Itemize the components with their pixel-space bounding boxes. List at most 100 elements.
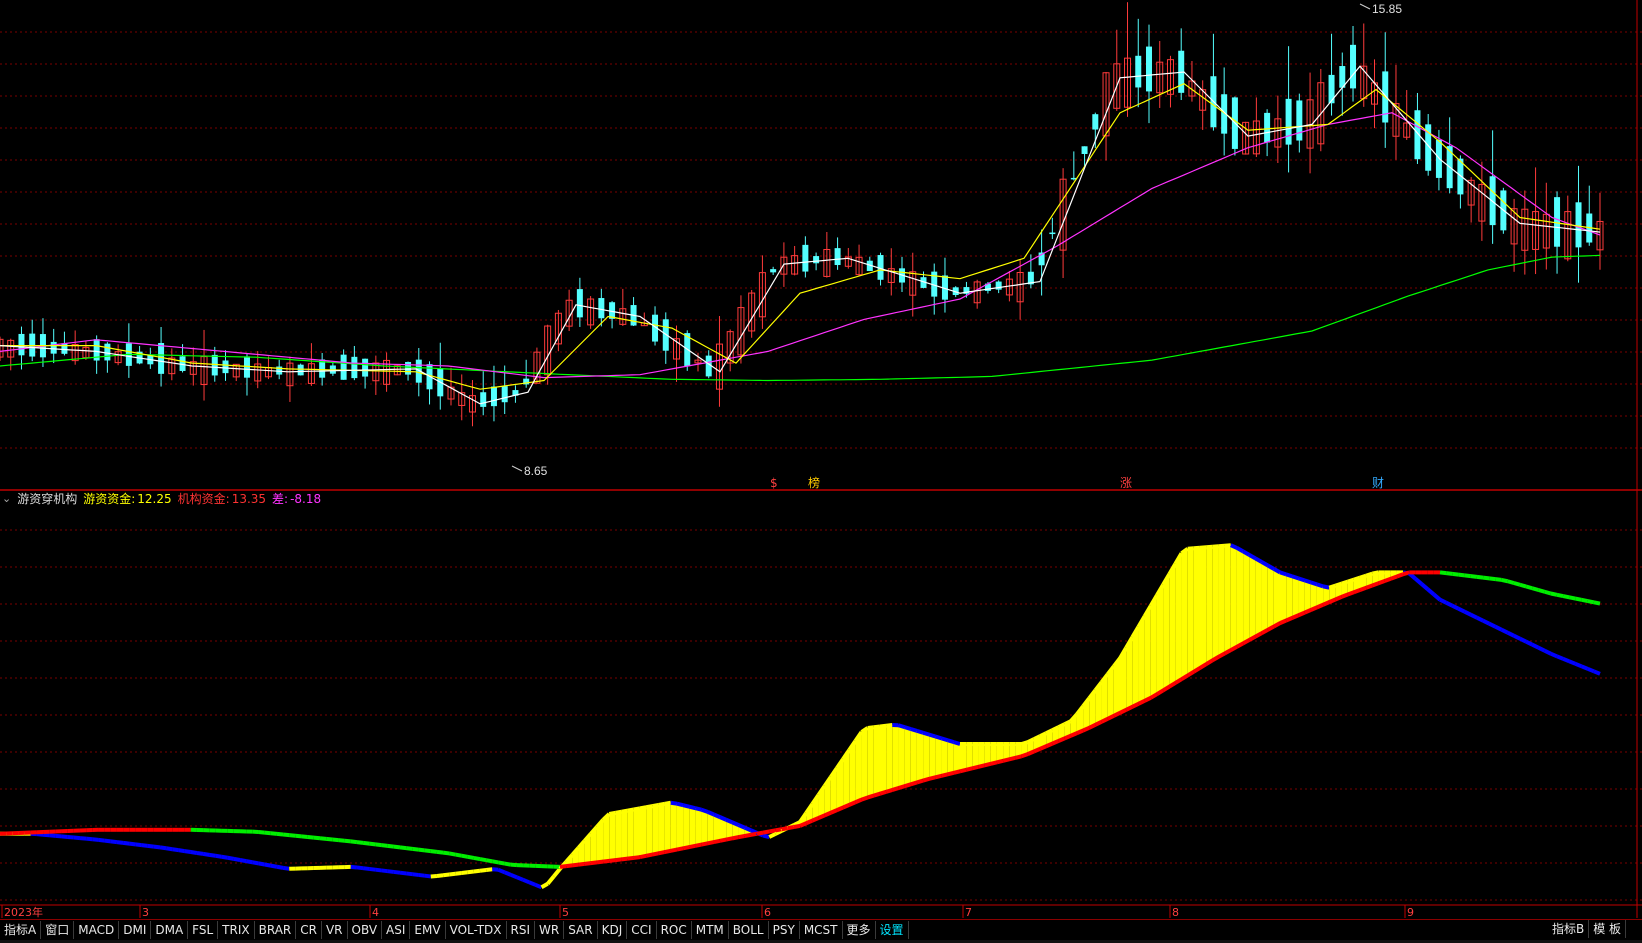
- tab-23[interactable]: MCST: [800, 921, 843, 939]
- jigou-line: [455, 852, 462, 858]
- tab-15[interactable]: WR: [535, 921, 565, 939]
- tab-8[interactable]: CR: [296, 921, 322, 939]
- tab-right-0[interactable]: 指标B: [1548, 920, 1590, 938]
- youzi-line: [1193, 545, 1201, 551]
- youzi-line: [897, 723, 906, 730]
- youzi-line: [368, 866, 376, 872]
- jigou-line: [356, 840, 364, 845]
- youzi-band: [670, 802, 677, 851]
- jigou-line: [719, 837, 727, 843]
- indicator-header: ⌄ 游资穿机构 游资资金: 12.25 机构资金: 13.35 差: -8.18: [0, 491, 321, 507]
- youzi-line: [497, 867, 506, 875]
- jigou-line: [1309, 605, 1318, 612]
- jigou-line: [1014, 754, 1023, 760]
- tab-25[interactable]: 设置: [876, 921, 909, 939]
- tab-4[interactable]: DMA: [151, 921, 189, 939]
- youzi-line: [1445, 600, 1454, 608]
- youzi-band: [1218, 545, 1225, 657]
- youzi-band: [1187, 548, 1194, 676]
- youzi-line: [1414, 577, 1423, 586]
- youzi-line: [1426, 587, 1436, 596]
- tab-right-group: 指标B 模 板: [1548, 920, 1627, 940]
- tab-18[interactable]: CCI: [627, 921, 657, 939]
- tab-3[interactable]: DMI: [119, 921, 152, 939]
- youzi-line: [399, 870, 407, 876]
- jigou-line: [1039, 744, 1047, 751]
- jigou-line: [295, 833, 302, 839]
- youzi-line: [1476, 615, 1484, 623]
- candle-body-down: [1575, 202, 1582, 248]
- youzi-band: [873, 726, 880, 796]
- tab-6[interactable]: TRIX: [218, 921, 255, 939]
- time-axis-label: 5: [562, 906, 569, 919]
- youzi-band: [1224, 545, 1231, 654]
- low-price-label: 8.65: [524, 464, 548, 478]
- tab-17[interactable]: KDJ: [598, 921, 628, 939]
- jigou-line: [977, 763, 986, 769]
- jigou-line: [651, 851, 659, 857]
- youzi-line: [49, 833, 56, 838]
- tab-5[interactable]: FSL: [188, 921, 219, 939]
- jigou-line: [375, 842, 382, 848]
- tab-21[interactable]: BOLL: [729, 921, 769, 939]
- youzi-line: [947, 738, 955, 745]
- tab-12[interactable]: EMV: [410, 921, 446, 939]
- youzi-line: [467, 869, 475, 875]
- tab-7[interactable]: BRAR: [255, 921, 297, 939]
- candle-body-down: [1135, 55, 1142, 88]
- tab-2[interactable]: MACD: [74, 921, 120, 939]
- tab-10[interactable]: OBV: [348, 921, 383, 939]
- jigou-line: [344, 838, 351, 844]
- jigou-line: [485, 858, 493, 864]
- youzi-line: [1045, 728, 1054, 735]
- tab-9[interactable]: VR: [322, 921, 348, 939]
- youzi-line: [485, 867, 493, 872]
- youzi-band: [947, 740, 954, 775]
- youzi-line: [1586, 666, 1595, 674]
- jigou-line: [584, 861, 592, 866]
- jigou-line: [768, 828, 776, 834]
- tab-20[interactable]: MTM: [692, 921, 729, 939]
- jigou-line: [559, 864, 567, 869]
- youzi-line: [153, 844, 161, 850]
- tab-right-1[interactable]: 模 板: [1589, 920, 1627, 938]
- jigou-line: [1581, 597, 1589, 604]
- tab-0[interactable]: 指标A: [0, 921, 42, 939]
- jigou-line: [1464, 573, 1472, 579]
- tab-13[interactable]: VOL-TDX: [446, 921, 507, 939]
- candle-body-down: [770, 269, 777, 273]
- tab-24[interactable]: 更多: [843, 921, 876, 939]
- indicator-name[interactable]: 游资穿机构: [17, 491, 77, 507]
- tab-22[interactable]: PSY: [769, 921, 800, 939]
- youzi-band: [1181, 548, 1188, 680]
- youzi-line: [664, 800, 672, 806]
- youzi-line: [534, 882, 543, 890]
- indicator-menu-icon[interactable]: ⌄: [0, 491, 11, 507]
- jigou-line: [368, 841, 376, 847]
- jigou-line: [289, 833, 296, 838]
- youzi-band: [701, 809, 708, 845]
- time-axis-label: 2023年: [4, 905, 43, 919]
- youzi-line: [904, 725, 912, 731]
- jigou-line: [1143, 696, 1152, 703]
- youzi-line: [1543, 648, 1552, 656]
- youzi-line: [546, 875, 556, 886]
- youzi-line: [184, 849, 192, 855]
- tab-19[interactable]: ROC: [657, 921, 692, 939]
- jigou-line: [990, 760, 998, 766]
- youzi-line: [1525, 639, 1534, 647]
- jigou-line: [1556, 592, 1564, 599]
- tab-14[interactable]: RSI: [507, 921, 536, 939]
- jigou-line: [688, 843, 696, 850]
- candle-body-down: [340, 354, 347, 380]
- tab-16[interactable]: SAR: [564, 921, 598, 939]
- jigou-line: [307, 835, 315, 840]
- tab-1[interactable]: 窗口: [41, 921, 75, 939]
- youzi-band: [1169, 563, 1176, 687]
- youzi-band: [1255, 558, 1262, 637]
- jigou-line: [965, 766, 973, 772]
- candle-body-down: [813, 256, 820, 264]
- youzi-line: [110, 839, 118, 845]
- tab-11[interactable]: ASI: [382, 921, 411, 939]
- youzi-line: [922, 730, 930, 737]
